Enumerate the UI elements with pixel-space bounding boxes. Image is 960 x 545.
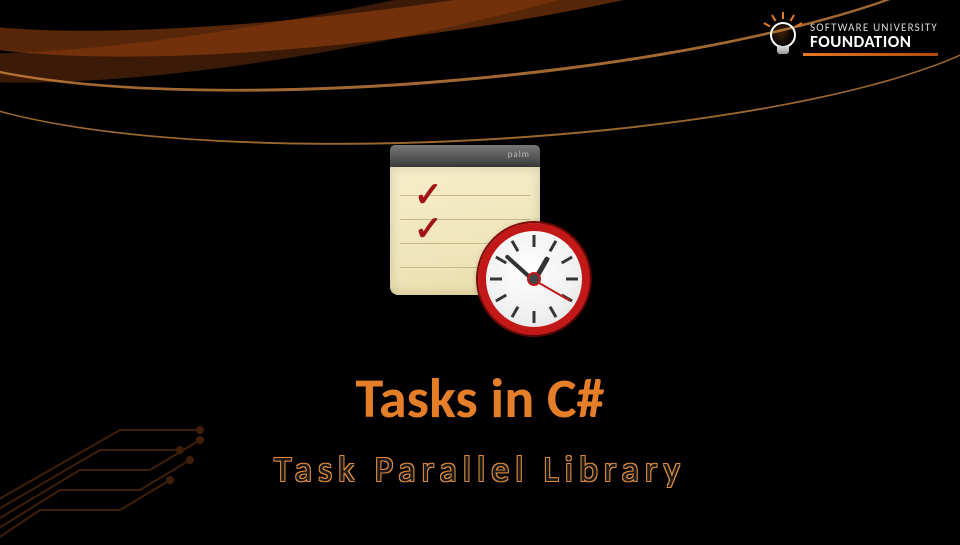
brand-logo: SOFTWARE UNIVERSITY FOUNDATION	[766, 14, 938, 58]
clock-icon	[478, 223, 590, 335]
notepad-clock-icon: ✓ ✓	[370, 145, 590, 335]
slide-title: Tasks in C#	[0, 365, 960, 433]
checkmark-icon: ✓	[414, 209, 443, 250]
lightbulb-idea-icon	[766, 14, 800, 58]
slide-text-area: Tasks in C# Task Parallel Library	[0, 365, 960, 491]
slide-subtitle: Task Parallel Library	[0, 447, 960, 491]
brand-text-line2: FOUNDATION	[810, 33, 938, 50]
